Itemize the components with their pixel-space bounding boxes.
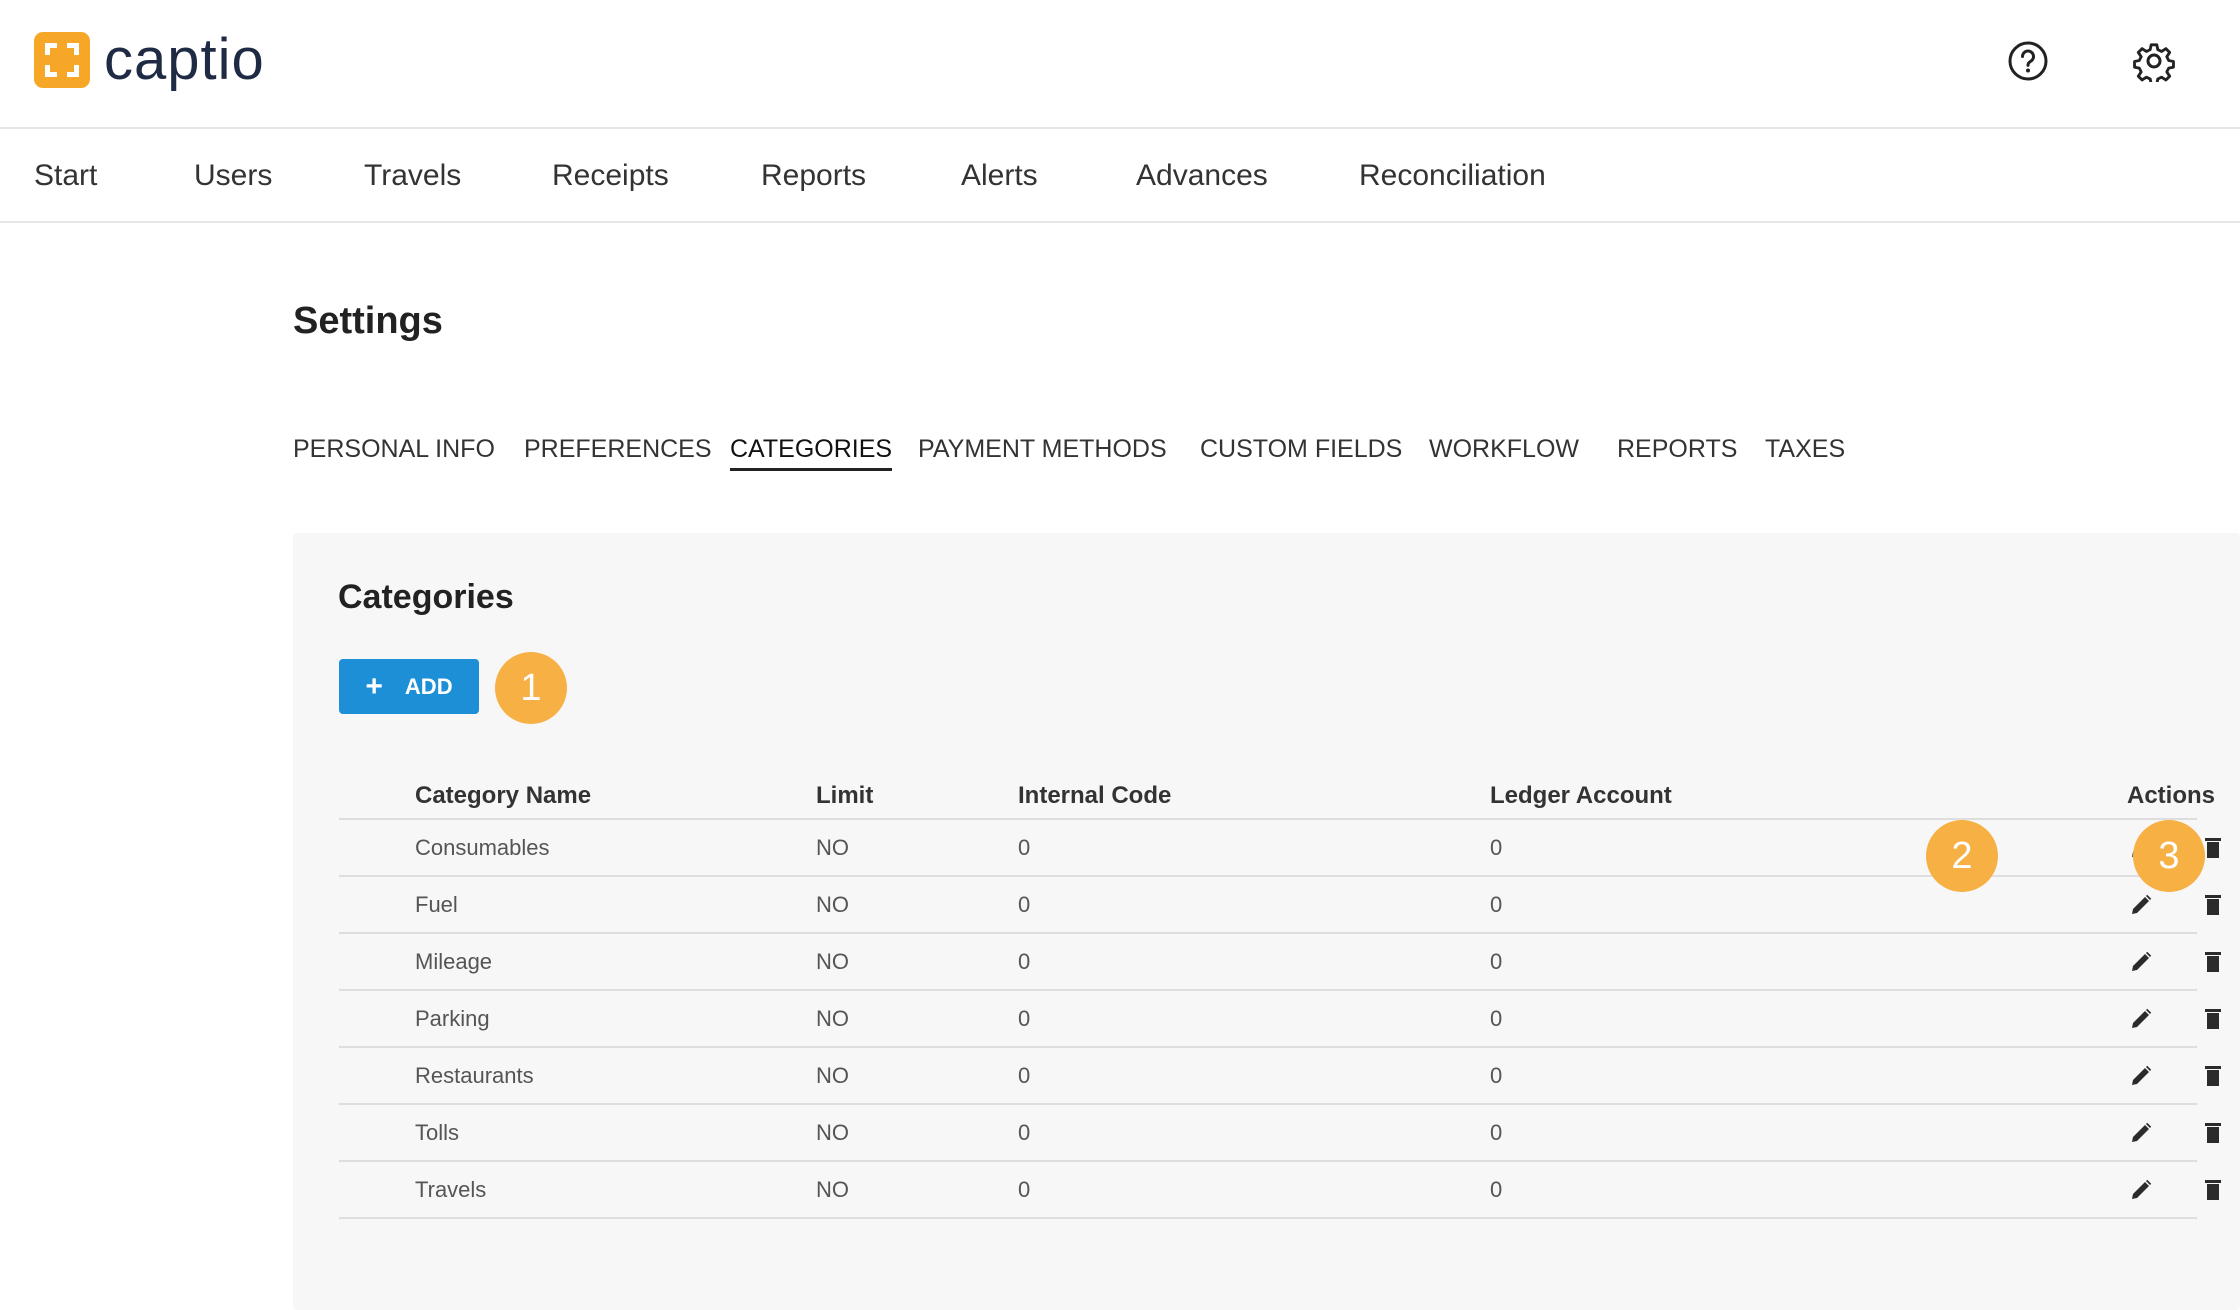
category-limit: NO: [816, 1062, 849, 1088]
callout-badge-3: 3: [2133, 820, 2205, 892]
category-name: Tolls: [415, 1119, 460, 1145]
tab-payment-methods[interactable]: PAYMENT METHODS: [918, 435, 1167, 468]
category-name: Fuel: [415, 891, 458, 917]
trash-icon[interactable]: [2201, 1007, 2225, 1031]
tab-categories[interactable]: CATEGORIES: [730, 435, 893, 471]
pencil-icon[interactable]: [2129, 1064, 2153, 1088]
column-header-ledger-account[interactable]: Ledger Account: [1490, 782, 1672, 810]
categories-table: Category Name Limit Internal Code Ledger…: [339, 778, 2221, 1219]
nav-item-receipts[interactable]: Receipts: [552, 159, 669, 193]
category-ledger: 0: [1490, 1005, 1503, 1031]
category-code: 0: [1018, 1062, 1031, 1088]
nav-item-reconciliation[interactable]: Reconciliation: [1359, 159, 1546, 193]
column-header-limit[interactable]: Limit: [816, 782, 873, 810]
captio-logo[interactable]: captio: [34, 27, 265, 92]
column-header-category-name[interactable]: Category Name: [415, 782, 591, 810]
add-category-button[interactable]: + ADD: [339, 659, 479, 714]
table-row: Travels NO 0 0: [339, 1162, 2221, 1219]
nav-item-alerts[interactable]: Alerts: [961, 159, 1038, 193]
column-header-internal-code[interactable]: Internal Code: [1018, 782, 1171, 810]
category-name: Parking: [415, 1005, 490, 1031]
table-header-row: Category Name Limit Internal Code Ledger…: [339, 778, 2215, 820]
help-circle-icon[interactable]: [2007, 40, 2049, 82]
categories-panel: Categories + ADD 1 Category Name Limit I…: [293, 533, 2240, 1310]
category-code: 0: [1018, 891, 1031, 917]
category-ledger: 0: [1490, 1176, 1503, 1202]
category-limit: NO: [816, 891, 849, 917]
pencil-icon[interactable]: [2129, 1178, 2153, 1202]
callout-badge-2: 2: [1926, 820, 1998, 892]
tab-custom-fields[interactable]: CUSTOM FIELDS: [1200, 435, 1402, 468]
table-row: Consumables NO 0 0: [339, 820, 2221, 877]
callout-badge-1: 1: [495, 652, 567, 724]
table-row: Fuel NO 0 0: [339, 877, 2221, 934]
pencil-icon[interactable]: [2129, 1007, 2153, 1031]
plus-icon: +: [365, 669, 383, 703]
category-code: 0: [1018, 1005, 1031, 1031]
category-name: Travels: [415, 1176, 487, 1202]
trash-icon[interactable]: [2201, 893, 2225, 917]
category-ledger: 0: [1490, 1062, 1503, 1088]
nav-item-reports[interactable]: Reports: [761, 159, 866, 193]
trash-icon[interactable]: [2201, 950, 2225, 974]
category-code: 0: [1018, 1176, 1031, 1202]
trash-icon[interactable]: [2201, 1121, 2225, 1145]
category-name: Restaurants: [415, 1062, 534, 1088]
category-code: 0: [1018, 1119, 1031, 1145]
table-row: Mileage NO 0 0: [339, 934, 2221, 991]
categories-title: Categories: [338, 578, 514, 616]
category-name: Mileage: [415, 948, 493, 974]
table-row: Tolls NO 0 0: [339, 1105, 2221, 1162]
table-row: Restaurants NO 0 0: [339, 1048, 2221, 1105]
tab-taxes[interactable]: TAXES: [1765, 435, 1845, 468]
category-limit: NO: [816, 1176, 849, 1202]
column-header-actions: Actions: [2127, 782, 2216, 809]
top-header: captio: [0, 0, 2240, 129]
nav-item-users[interactable]: Users: [194, 159, 272, 193]
trash-icon[interactable]: [2201, 1064, 2225, 1088]
category-ledger: 0: [1490, 834, 1503, 860]
brand-name: captio: [104, 27, 265, 92]
pencil-icon[interactable]: [2129, 1121, 2153, 1145]
nav-item-travels[interactable]: Travels: [364, 159, 461, 193]
tab-workflow[interactable]: WORKFLOW: [1429, 435, 1579, 468]
nav-item-start[interactable]: Start: [34, 159, 97, 193]
tab-preferences[interactable]: PREFERENCES: [524, 435, 712, 468]
category-ledger: 0: [1490, 948, 1503, 974]
category-limit: NO: [816, 948, 849, 974]
tab-personal-info[interactable]: PERSONAL INFO: [293, 435, 495, 468]
page-title: Settings: [293, 300, 443, 342]
category-code: 0: [1018, 948, 1031, 974]
main-navigation: Start Users Travels Receipts Reports Ale…: [0, 131, 2240, 223]
pencil-icon[interactable]: [2129, 950, 2153, 974]
category-ledger: 0: [1490, 891, 1503, 917]
add-button-label: ADD: [404, 673, 453, 699]
category-limit: NO: [816, 1005, 849, 1031]
nav-item-advances[interactable]: Advances: [1136, 159, 1268, 193]
category-name: Consumables: [415, 834, 550, 860]
category-code: 0: [1018, 834, 1031, 860]
gear-icon[interactable]: [2133, 40, 2175, 86]
pencil-icon[interactable]: [2129, 893, 2153, 917]
captio-logo-icon: [34, 32, 90, 88]
tab-reports[interactable]: REPORTS: [1617, 435, 1737, 468]
category-ledger: 0: [1490, 1119, 1503, 1145]
trash-icon[interactable]: [2201, 1178, 2225, 1202]
table-row: Parking NO 0 0: [339, 991, 2221, 1048]
category-limit: NO: [816, 834, 849, 860]
category-limit: NO: [816, 1119, 849, 1145]
